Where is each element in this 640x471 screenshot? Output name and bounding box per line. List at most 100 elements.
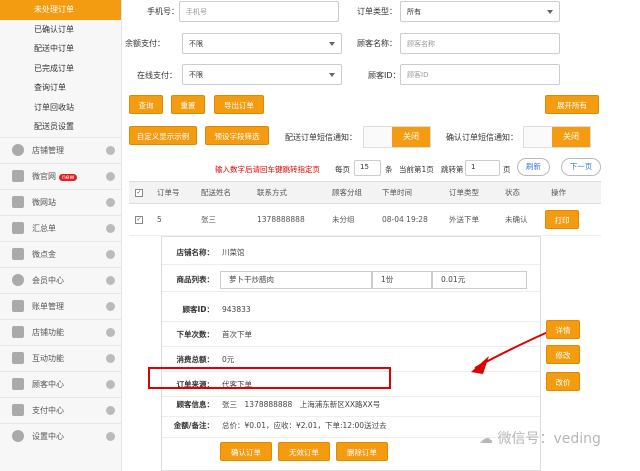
sidebar-subitem[interactable]: 配送中订单 — [0, 39, 121, 59]
expand-icon[interactable] — [106, 223, 115, 233]
query-button[interactable]: 查询 — [129, 95, 163, 114]
delivery-sms-state: 关闭 — [392, 127, 430, 147]
reset-button[interactable]: 重置 — [171, 95, 205, 114]
sidebar-group[interactable]: 支付中心 — [0, 396, 121, 423]
customer-name-label: 顾客名称： — [357, 39, 397, 48]
custom-example-button[interactable]: 自定义显示示例 — [129, 126, 197, 145]
confirm-order-button[interactable]: 确认订单 — [220, 442, 272, 461]
online-select[interactable]: 不限 — [182, 64, 342, 85]
expand-icon[interactable] — [106, 405, 115, 415]
sidebar-subitem[interactable]: 未处理订单 — [0, 0, 121, 20]
grid-icon — [12, 170, 24, 182]
refresh-button[interactable]: 刷新 — [517, 158, 550, 176]
goods-qty: 1份 — [372, 271, 432, 289]
print-button[interactable]: 打印 — [545, 210, 579, 229]
cid-label: 顾客ID： — [182, 305, 214, 314]
expand-icon[interactable] — [106, 301, 115, 311]
expand-icon[interactable] — [106, 275, 115, 285]
customer-id-input[interactable]: 顾客ID — [400, 64, 560, 85]
chevron-down-icon — [329, 73, 335, 77]
phone-input[interactable]: 手机号 — [179, 1, 339, 22]
sidebar-group[interactable]: 微网站 — [0, 188, 121, 215]
order-type-value: 所有 — [407, 8, 421, 16]
jump-label: 跳转第 — [441, 165, 464, 174]
jump-input[interactable]: 1 — [465, 160, 500, 176]
sidebar-group[interactable]: 顾客中心 — [0, 370, 121, 397]
sidebar-group[interactable]: 店铺功能 — [0, 318, 121, 345]
delivery-sms-toggle[interactable]: 关闭 — [363, 126, 431, 148]
count-label: 下单次数： — [176, 330, 215, 339]
sidebar-group-text: 汇总单 — [32, 223, 56, 233]
sidebar-group-label: 互动功能 — [32, 353, 106, 364]
online-value: 不限 — [189, 71, 203, 79]
expand-icon[interactable] — [106, 249, 115, 259]
export-button[interactable]: 导出订单 — [214, 95, 264, 114]
sidebar-group[interactable]: 汇总单 — [0, 214, 121, 241]
expand-icon[interactable] — [106, 197, 115, 207]
sidebar-group-text: 店铺管理 — [32, 145, 64, 155]
order-type-label: 订单类型： — [357, 7, 397, 16]
sidebar-group-text: 账单管理 — [32, 301, 64, 311]
expand-icon[interactable] — [106, 431, 115, 441]
sidebar-group-text: 顾客中心 — [32, 379, 64, 389]
per-page-input[interactable]: 15 — [354, 160, 381, 176]
sidebar-subitem[interactable]: 配送员设置 — [0, 117, 121, 137]
sidebar-group-label: 汇总单 — [32, 223, 106, 234]
header-order-id: 订单号 — [157, 188, 180, 197]
watermark-text: 微信号：veding — [497, 431, 601, 447]
sidebar-group[interactable]: 微官网 new — [0, 162, 121, 189]
pie-chart-icon — [12, 274, 24, 286]
table-row[interactable]: ✓ 5 张三 1378888888 未分组 08-04 19:28 外送下单 未… — [129, 204, 601, 236]
preset-filter-button[interactable]: 预设字段筛选 — [205, 126, 269, 145]
sidebar-group-text: 支付中心 — [32, 405, 64, 415]
sidebar-group-label: 店铺管理 — [32, 145, 106, 156]
count-value: 首次下单 — [222, 330, 252, 339]
sidebar: 未处理订单 已确认订单 配送中订单 已完成订单 查询订单 订单回收站 配送员设置 店铺管理微… — [0, 0, 122, 471]
chevron-down-icon — [547, 10, 553, 14]
header-group: 顾客分组 — [332, 188, 362, 197]
current-page: 当前第1页 — [399, 165, 434, 174]
sidebar-group[interactable]: 微点金 — [0, 240, 121, 267]
detail-goods-row: 商品列表： 萝卜干炒腊肉 1份 0.01元 — [162, 267, 540, 292]
sidebar-subitem[interactable]: 查询订单 — [0, 78, 121, 98]
expand-icon[interactable] — [106, 171, 115, 181]
select-all-checkbox[interactable]: ✓ — [135, 188, 143, 197]
sidebar-group[interactable]: 会员中心 — [0, 266, 121, 293]
chevron-down-icon — [329, 42, 335, 46]
expand-icon[interactable] — [106, 327, 115, 337]
next-page-button[interactable]: 下一页 — [561, 158, 601, 176]
table-header: ✓ 订单号 配送姓名 联系方式 顾客分组 下单时间 订单类型 状态 操作 — [129, 181, 601, 204]
sidebar-subitem[interactable]: 订单回收站 — [0, 98, 121, 118]
cid-value: 943833 — [222, 305, 251, 314]
details-button[interactable]: 详情 — [546, 320, 580, 339]
change-price-button[interactable]: 改价 — [546, 372, 580, 391]
plus-icon — [12, 326, 24, 338]
header-phone: 联系方式 — [257, 188, 287, 197]
pager-hint: 输入数字后请回车键跳转指定页 — [215, 165, 320, 174]
delete-order-button[interactable]: 删除订单 — [336, 442, 388, 461]
sidebar-group[interactable]: 互动功能 — [0, 344, 121, 371]
order-sms-label: 确认订单短信通知： — [446, 133, 518, 142]
expand-icon[interactable] — [106, 145, 115, 155]
goods-label: 商品列表： — [176, 275, 215, 284]
expand-all-button[interactable]: 展开所有 — [545, 95, 599, 114]
sidebar-subitem[interactable]: 已完成订单 — [0, 59, 121, 79]
shop-label: 店铺名称： — [176, 248, 215, 257]
edit-button[interactable]: 修改 — [546, 345, 580, 364]
customer-name-input[interactable]: 顾客名称 — [400, 33, 560, 54]
expand-icon[interactable] — [106, 379, 115, 389]
order-sms-toggle[interactable]: 关闭 — [523, 126, 591, 148]
order-type-select[interactable]: 所有 — [400, 1, 560, 22]
header-type: 订单类型 — [449, 188, 479, 197]
sidebar-group[interactable]: 店铺管理 — [0, 136, 121, 163]
inbox-icon — [12, 404, 24, 416]
sidebar-group[interactable]: 账单管理 — [0, 292, 121, 319]
balance-select[interactable]: 不限 — [182, 33, 342, 54]
sidebar-subitem[interactable]: 已确认订单 — [0, 20, 121, 40]
sidebar-group[interactable]: 设置中心 — [0, 422, 121, 449]
sidebar-group-text: 互动功能 — [32, 353, 64, 363]
invalid-order-button[interactable]: 无效订单 — [278, 442, 330, 461]
expand-icon[interactable] — [106, 353, 115, 363]
row-order-id: 5 — [157, 215, 162, 224]
row-checkbox[interactable]: ✓ — [135, 215, 143, 224]
